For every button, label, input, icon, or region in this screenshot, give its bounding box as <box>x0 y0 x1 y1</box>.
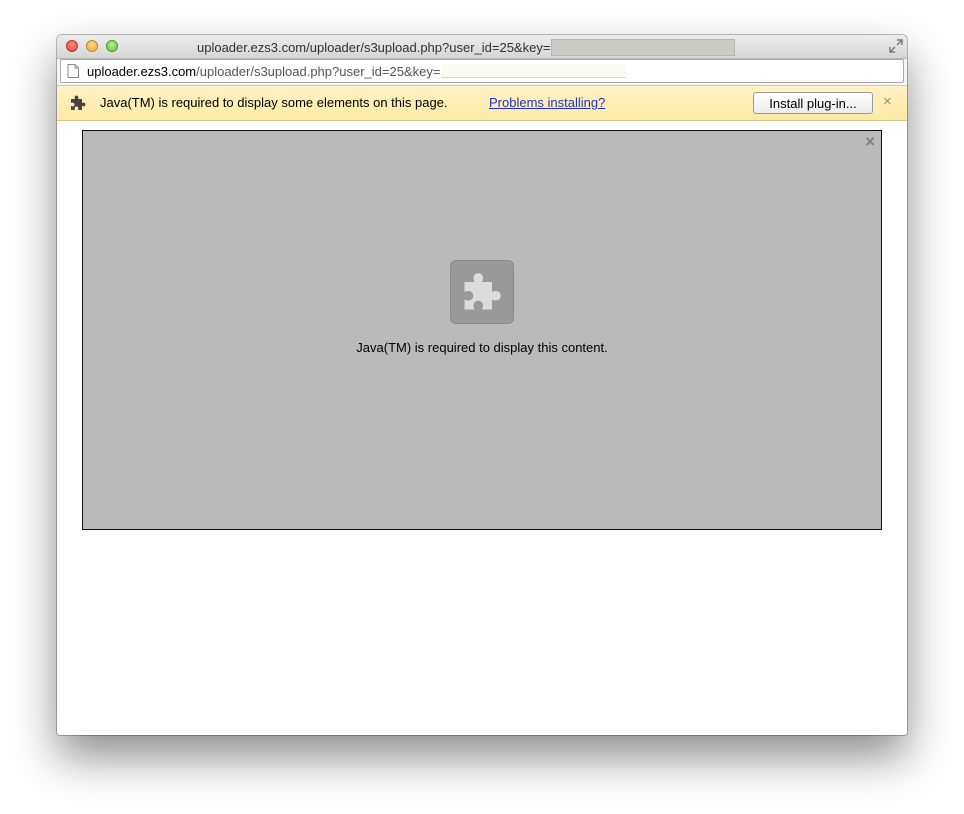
browser-window: uploader.ezs3.com/uploader/s3upload.php?… <box>57 35 907 735</box>
problems-installing-link[interactable]: Problems installing? <box>489 95 605 110</box>
plugin-close-icon[interactable]: × <box>865 132 875 152</box>
url-host: uploader.ezs3.com <box>87 63 197 79</box>
infobar-close-icon[interactable]: × <box>883 94 892 110</box>
puzzle-piece-icon <box>464 273 501 310</box>
fullscreen-icon[interactable] <box>889 39 903 53</box>
puzzle-piece-icon <box>71 95 86 110</box>
url-field[interactable]: uploader.ezs3.com/uploader/s3upload.php?… <box>60 59 904 83</box>
page-icon <box>67 64 79 78</box>
missing-plugin-placeholder[interactable]: × Java(TM) is required to display this c… <box>82 130 882 530</box>
install-plugin-button[interactable]: Install plug-in... <box>753 92 873 114</box>
redacted-key <box>441 64 627 78</box>
redacted-key <box>551 39 736 56</box>
title-bar[interactable]: uploader.ezs3.com/uploader/s3upload.php?… <box>57 35 907 59</box>
zoom-window-button[interactable] <box>106 40 118 52</box>
close-window-button[interactable] <box>66 40 78 52</box>
plugin-tile <box>450 260 514 324</box>
window-title-text: uploader.ezs3.com/uploader/s3upload.php?… <box>197 40 551 55</box>
infobar-message: Java(TM) is required to display some ele… <box>100 95 448 110</box>
url-path: /uploader/s3upload.php?user_id=25&key= <box>196 63 441 79</box>
plugin-required-message: Java(TM) is required to display this con… <box>356 340 608 355</box>
address-bar: uploader.ezs3.com/uploader/s3upload.php?… <box>57 59 907 86</box>
plugin-infobar: Java(TM) is required to display some ele… <box>57 86 907 121</box>
window-title: uploader.ezs3.com/uploader/s3upload.php?… <box>197 39 736 56</box>
url-text: uploader.ezs3.com/uploader/s3upload.php?… <box>87 63 627 79</box>
page-content: × Java(TM) is required to display this c… <box>57 121 907 735</box>
minimize-window-button[interactable] <box>86 40 98 52</box>
